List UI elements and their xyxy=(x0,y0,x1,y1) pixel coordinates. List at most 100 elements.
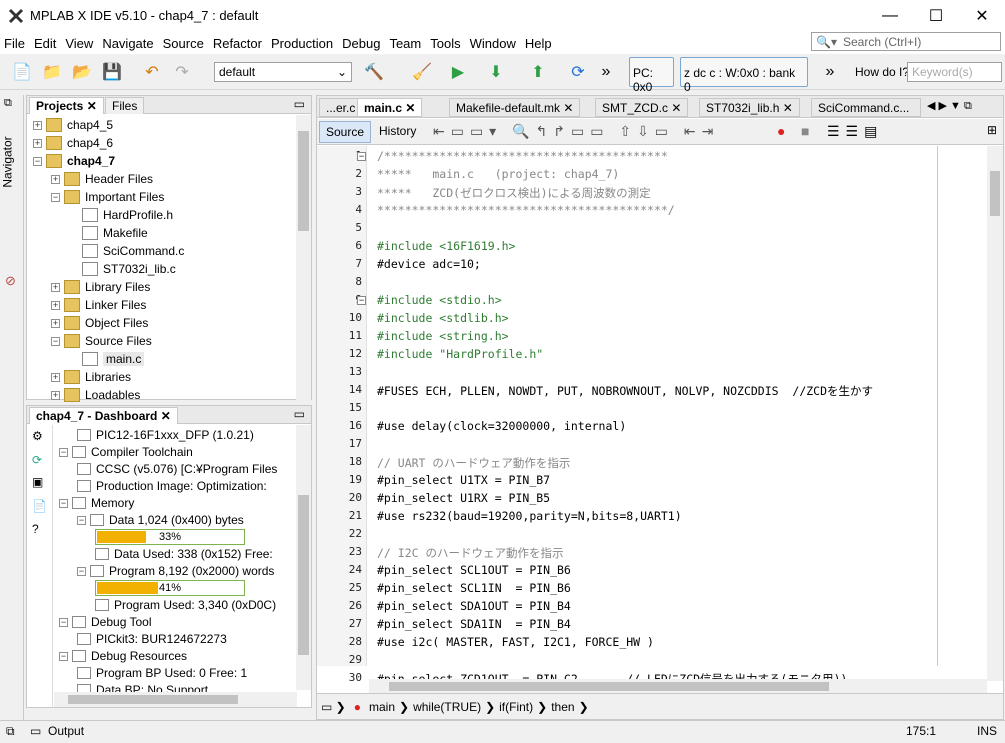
split-icon[interactable]: ⊞ xyxy=(987,123,997,137)
code-line[interactable]: #pin_select SDA1IN = PIN_B4 xyxy=(377,617,571,631)
dashboard-item[interactable]: Data Used: 338 (0x152) Free: xyxy=(95,545,273,563)
dashboard-item[interactable]: Program BP Used: 0 Free: 1 xyxy=(77,664,247,682)
code-line[interactable]: ***** main.c (project: chap4_7) xyxy=(377,167,619,181)
tree-item[interactable]: HardProfile.h xyxy=(69,206,173,224)
tab-er-c[interactable]: ...er.c xyxy=(319,98,363,117)
tree-item[interactable]: − chap4_7 xyxy=(33,152,115,170)
expand-icon[interactable]: + xyxy=(51,300,60,310)
program-device-icon[interactable]: ⬆ xyxy=(526,60,550,84)
tree-item[interactable]: + Header Files xyxy=(51,170,153,188)
scroll-thumb[interactable] xyxy=(298,495,309,655)
code-line[interactable]: ****************************************… xyxy=(377,203,675,217)
collapse-icon[interactable]: − xyxy=(51,192,60,202)
tree-item[interactable]: main.c xyxy=(69,350,145,368)
chip-icon[interactable]: ▣ xyxy=(32,475,43,489)
code-line[interactable]: #pin_select U1RX = PIN_B5 xyxy=(377,491,550,505)
debug-main-icon[interactable]: ⬇ xyxy=(484,60,508,84)
dashboard-hscrollbar[interactable] xyxy=(54,692,297,707)
config-select[interactable]: default ⌄ xyxy=(214,62,352,82)
code-line[interactable]: #pin_select SDA1OUT = PIN_B4 xyxy=(377,599,571,613)
more-chevron-icon[interactable]: » xyxy=(594,60,618,84)
breadcrumb-main[interactable]: main xyxy=(369,700,395,714)
tree-item[interactable]: ST7032i_lib.c xyxy=(69,260,176,278)
close-icon[interactable]: ✕ xyxy=(783,101,793,115)
breadcrumb-while[interactable]: while(TRUE) xyxy=(413,700,481,714)
breadcrumb-root-icon[interactable]: ▭ ❯ xyxy=(321,700,346,714)
close-icon[interactable]: ✕ xyxy=(563,101,573,115)
code-line[interactable]: /***************************************… xyxy=(377,149,668,163)
collapse-icon[interactable]: − xyxy=(51,336,60,346)
close-icon[interactable]: ✕ xyxy=(87,99,97,113)
properties-icon[interactable]: ⚙ xyxy=(32,429,43,443)
fold-icon[interactable]: − xyxy=(357,296,366,305)
tree-item[interactable]: + Libraries xyxy=(51,368,131,386)
restore-window-icon[interactable]: ⧉ xyxy=(4,97,12,110)
help-icon[interactable]: ? xyxy=(32,522,39,536)
tree-item[interactable]: − Source Files xyxy=(51,332,152,350)
comment-icons[interactable]: ☰☰▤ xyxy=(827,123,883,140)
code-line[interactable]: #pin_select SCL1OUT = PIN_B6 xyxy=(377,563,571,577)
dashboard-item[interactable]: CCSC (v5.076) [C:¥Program Files xyxy=(77,460,277,478)
code-line[interactable]: // I2C のハードウェア動作を指示 xyxy=(377,545,563,561)
scroll-thumb[interactable] xyxy=(298,131,309,231)
breadcrumb-then[interactable]: then xyxy=(551,700,574,714)
stop-macro-icon[interactable]: ■ xyxy=(801,123,809,139)
minimize-button[interactable]: — xyxy=(867,0,913,32)
dashboard-item[interactable]: PIC12-16F1xxx_DFP (1.0.21) xyxy=(77,426,254,444)
minimize-panel-icon[interactable]: ▭ xyxy=(294,407,305,421)
code-line[interactable]: #pin_select U1TX = PIN_B7 xyxy=(377,473,550,487)
code-line[interactable]: #include <stdlib.h> xyxy=(377,311,509,325)
output-tab[interactable]: Output xyxy=(48,724,84,738)
collapse-icon[interactable]: − xyxy=(59,498,68,508)
code-line[interactable]: #use rs232(baud=19200,parity=N,bits=8,UA… xyxy=(377,509,682,523)
dashboard-item[interactable]: Program Used: 3,340 (0xD0C) xyxy=(95,596,276,614)
new-file-icon[interactable]: 📄 xyxy=(10,60,34,84)
dashboard-item[interactable]: 41% xyxy=(95,579,245,597)
expand-icon[interactable]: + xyxy=(51,282,60,292)
dashboard-item[interactable]: PICkit3: BUR124672273 xyxy=(77,630,227,648)
tab-projects[interactable]: Projects ✕ xyxy=(29,97,104,114)
code-line[interactable]: #device adc=10; xyxy=(377,257,481,271)
projects-scrollbar[interactable] xyxy=(296,115,311,400)
dashboard-item[interactable]: 33% xyxy=(95,528,245,546)
menu-tools[interactable]: Tools xyxy=(430,36,460,51)
output-icon[interactable]: ▭ xyxy=(30,724,41,738)
tree-item[interactable]: − Important Files xyxy=(51,188,164,206)
dashboard-item[interactable]: − Memory xyxy=(59,494,134,512)
tab-st7032i-h[interactable]: ST7032i_lib.h ✕ xyxy=(699,98,800,117)
refresh-icon[interactable]: ⟳ xyxy=(566,60,590,84)
editor-action-icons[interactable]: ⇤▭▭▾ 🔍↰↱▭▭ ⇧⇩▭ ⇤⇥ xyxy=(433,123,719,140)
menu-source[interactable]: Source xyxy=(163,36,204,51)
expand-icon[interactable]: + xyxy=(51,390,60,400)
expand-icon[interactable]: + xyxy=(51,372,60,382)
undo-icon[interactable]: ↶ xyxy=(140,60,164,84)
record-macro-icon[interactable]: ● xyxy=(777,123,785,139)
dashboard-item[interactable]: − Compiler Toolchain xyxy=(59,443,193,461)
search-box[interactable]: 🔍▾ Search (Ctrl+I) xyxy=(811,32,1001,51)
build-icon[interactable]: 🔨 xyxy=(362,60,386,84)
menu-edit[interactable]: Edit xyxy=(34,36,56,51)
menu-production[interactable]: Production xyxy=(271,36,333,51)
dashboard-item[interactable]: − Data 1,024 (0x400) bytes xyxy=(77,511,244,529)
tab-makefile[interactable]: Makefile-default.mk ✕ xyxy=(449,98,581,117)
tab-main-c[interactable]: main.c ✕ xyxy=(357,98,423,117)
code-line[interactable]: #include <stdio.h> xyxy=(377,293,502,307)
keyword-input[interactable]: Keyword(s) xyxy=(907,62,1002,82)
dashboard-item[interactable]: − Debug Tool xyxy=(59,613,152,631)
dashboard-item[interactable]: − Debug Resources xyxy=(59,647,187,665)
close-icon[interactable]: ✕ xyxy=(671,101,681,115)
menu-window[interactable]: Window xyxy=(470,36,516,51)
expand-icon[interactable]: + xyxy=(33,120,42,130)
redo-icon[interactable]: ↷ xyxy=(170,60,194,84)
code-line[interactable]: #use i2c( MASTER, FAST, I2C1, FORCE_HW ) xyxy=(377,635,654,649)
tab-scroll-left-icon[interactable]: ◀ ▶ ▼ ⧉ xyxy=(927,99,972,113)
collapse-icon[interactable]: − xyxy=(77,515,86,525)
tree-item[interactable]: Makefile xyxy=(69,224,148,242)
menu-view[interactable]: View xyxy=(65,36,93,51)
refresh-icon[interactable]: ⟳ xyxy=(32,453,42,467)
menu-file[interactable]: File xyxy=(4,36,25,51)
tree-item[interactable]: + chap4_6 xyxy=(33,134,113,152)
collapse-icon[interactable]: − xyxy=(33,156,42,166)
collapse-icon[interactable]: − xyxy=(77,566,86,576)
hscroll-thumb[interactable] xyxy=(389,682,829,691)
